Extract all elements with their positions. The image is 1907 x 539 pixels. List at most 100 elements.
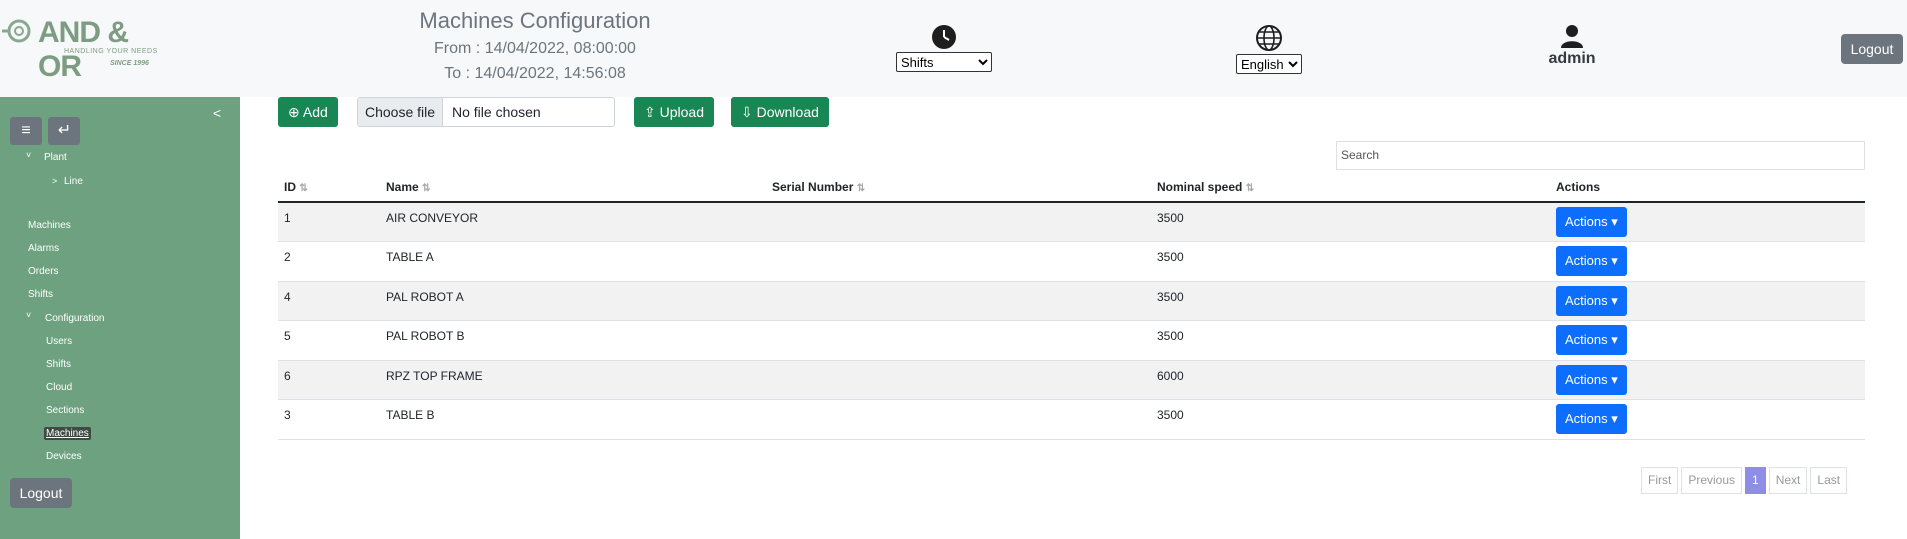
column-header-id-label: ID	[284, 179, 296, 194]
column-header-serial[interactable]: Serial Number ⇅	[766, 172, 1151, 203]
actions-button-label: Actions	[1565, 411, 1608, 427]
sidebar-item-config-shifts[interactable]: Shifts	[46, 359, 71, 370]
sort-icon[interactable]: ⇅	[422, 183, 430, 194]
plant-caret-icon[interactable]: ˅	[26, 150, 31, 160]
actions-button-label: Actions	[1565, 371, 1608, 387]
collapse-sidebar-icon[interactable]: <	[213, 105, 221, 121]
cell-serial	[766, 399, 1151, 441]
caret-down-icon: ▾	[1611, 332, 1618, 348]
download-button-label: Download	[756, 104, 819, 120]
cell-actions: Actions ▾	[1550, 399, 1865, 441]
line-caret-icon[interactable]: >	[52, 176, 57, 186]
actions-button-label: Actions	[1565, 214, 1608, 229]
menu-toggle-button[interactable]: ≡	[10, 117, 42, 145]
language-select[interactable]: English	[1236, 54, 1302, 74]
column-header-actions: Actions	[1550, 172, 1865, 203]
actions-dropdown-button[interactable]: Actions ▾	[1556, 325, 1627, 356]
cell-speed: 3500	[1151, 202, 1550, 243]
cell-actions: Actions ▾	[1550, 360, 1865, 401]
upload-button[interactable]: ⇪ Upload	[634, 97, 714, 127]
sidebar-item-sections[interactable]: Sections	[46, 405, 84, 416]
title-block: Machines Configuration From : 14/04/2022…	[350, 6, 720, 86]
cell-name: PAL ROBOT A	[380, 281, 766, 322]
table-row: 6 RPZ TOP FRAME 6000 Actions ▾	[278, 360, 1865, 401]
actions-button-label: Actions	[1565, 292, 1608, 308]
sidebar-item-configuration[interactable]: Configuration	[45, 313, 104, 324]
add-button[interactable]: ⊕ Add	[278, 97, 338, 127]
sidebar: < ≡ ↵ ˅ Plant > Line Machines Alarms Ord…	[0, 97, 240, 539]
table-row: 2 TABLE A 3500 Actions ▾	[278, 241, 1865, 282]
sidebar-item-alarms[interactable]: Alarms	[28, 243, 59, 254]
language-widget: English	[1236, 24, 1302, 74]
cell-serial	[766, 281, 1151, 322]
actions-dropdown-button[interactable]: Actions ▾	[1556, 285, 1627, 316]
pagination: First Previous 1 Next Last	[1638, 467, 1848, 494]
actions-dropdown-button[interactable]: Actions ▾	[1556, 404, 1627, 435]
sidebar-item-devices[interactable]: Devices	[46, 451, 82, 462]
sidebar-item-cloud[interactable]: Cloud	[46, 382, 72, 393]
caret-down-icon: ▾	[1611, 411, 1618, 427]
page-previous-button[interactable]: Previous	[1681, 467, 1743, 494]
choose-file-button[interactable]: Choose file	[358, 98, 443, 126]
column-header-speed-label: Nominal speed	[1157, 179, 1243, 194]
column-header-id[interactable]: ID ⇅	[278, 172, 380, 203]
logout-button-sidebar[interactable]: Logout	[10, 478, 72, 508]
page-next-button[interactable]: Next	[1768, 467, 1808, 494]
machines-table: ID ⇅ Name ⇅ Serial Number ⇅ Nominal spee…	[278, 172, 1865, 441]
add-circle-icon: ⊕	[288, 104, 300, 120]
sidebar-item-users[interactable]: Users	[46, 336, 72, 347]
page-first-button[interactable]: First	[1641, 467, 1679, 494]
clock-icon	[932, 25, 956, 49]
cell-id: 5	[278, 320, 380, 361]
cell-serial	[766, 360, 1151, 401]
sort-icon[interactable]: ⇅	[857, 183, 865, 194]
sidebar-item-plant[interactable]: Plant	[44, 152, 67, 163]
sidebar-item-config-machines[interactable]: Machines	[44, 427, 91, 440]
header: AND & OR HANDLING YOUR NEEDS SINCE 1996 …	[0, 0, 1907, 97]
sidebar-buttons: ≡ ↵	[10, 117, 82, 145]
actions-dropdown-button[interactable]: Actions ▾	[1556, 364, 1627, 395]
sidebar-item-orders[interactable]: Orders	[28, 266, 59, 277]
cell-speed: 3500	[1151, 241, 1550, 282]
logout-button-header[interactable]: Logout	[1841, 34, 1903, 64]
globe-icon	[1256, 25, 1282, 51]
cell-actions: Actions ▾	[1550, 241, 1865, 282]
column-header-name[interactable]: Name ⇅	[380, 172, 766, 203]
page-current-button[interactable]: 1	[1745, 467, 1766, 494]
table-row: 3 TABLE B 3500 Actions ▾	[278, 399, 1865, 441]
cell-name: TABLE A	[380, 241, 766, 282]
table-row: 4 PAL ROBOT A 3500 Actions ▾	[278, 281, 1865, 322]
download-button[interactable]: ⇩ Download	[731, 97, 829, 127]
sidebar-item-line[interactable]: Line	[64, 176, 83, 187]
caret-down-icon: ▾	[1611, 253, 1618, 269]
actions-dropdown-button[interactable]: Actions ▾	[1556, 246, 1627, 277]
actions-button-label: Actions	[1565, 253, 1608, 269]
column-header-speed[interactable]: Nominal speed ⇅	[1151, 172, 1550, 203]
download-icon: ⇩	[741, 104, 753, 120]
cell-name: RPZ TOP FRAME	[380, 360, 766, 401]
upload-icon: ⇪	[644, 104, 656, 120]
cell-id: 3	[278, 399, 380, 441]
page-last-button[interactable]: Last	[1810, 467, 1848, 494]
cell-id: 1	[278, 202, 380, 243]
sidebar-item-machines[interactable]: Machines	[28, 220, 71, 231]
column-header-name-label: Name	[386, 179, 419, 194]
configuration-caret-icon[interactable]: ˅	[26, 310, 31, 320]
shifts-select[interactable]: Shifts	[896, 52, 992, 72]
caret-down-icon: ▾	[1611, 214, 1618, 229]
user-name: admin	[1548, 50, 1596, 67]
user-widget: admin	[1540, 24, 1604, 68]
brand-tagline: HANDLING YOUR NEEDS	[64, 48, 158, 55]
sort-icon[interactable]: ⇅	[1246, 183, 1254, 194]
cell-name: AIR CONVEYOR	[380, 202, 766, 243]
cell-serial	[766, 320, 1151, 361]
page-title: Machines Configuration	[419, 8, 651, 33]
sidebar-item-shifts[interactable]: Shifts	[28, 289, 53, 300]
back-button[interactable]: ↵	[48, 117, 81, 145]
sort-icon[interactable]: ⇅	[299, 183, 307, 194]
file-input[interactable]: Choose file No file chosen	[357, 97, 615, 127]
table-header-row: ID ⇅ Name ⇅ Serial Number ⇅ Nominal spee…	[278, 172, 1865, 203]
actions-dropdown-button[interactable]: Actions ▾	[1556, 207, 1627, 237]
cell-actions: Actions ▾	[1550, 202, 1865, 243]
search-input[interactable]: Search	[1336, 141, 1865, 170]
